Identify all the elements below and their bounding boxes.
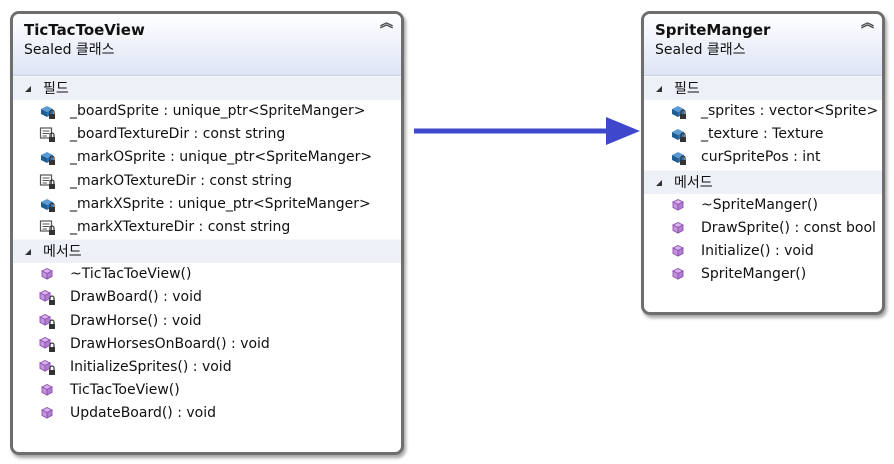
arrow-head [606, 117, 640, 145]
association-arrow[interactable] [0, 0, 894, 464]
